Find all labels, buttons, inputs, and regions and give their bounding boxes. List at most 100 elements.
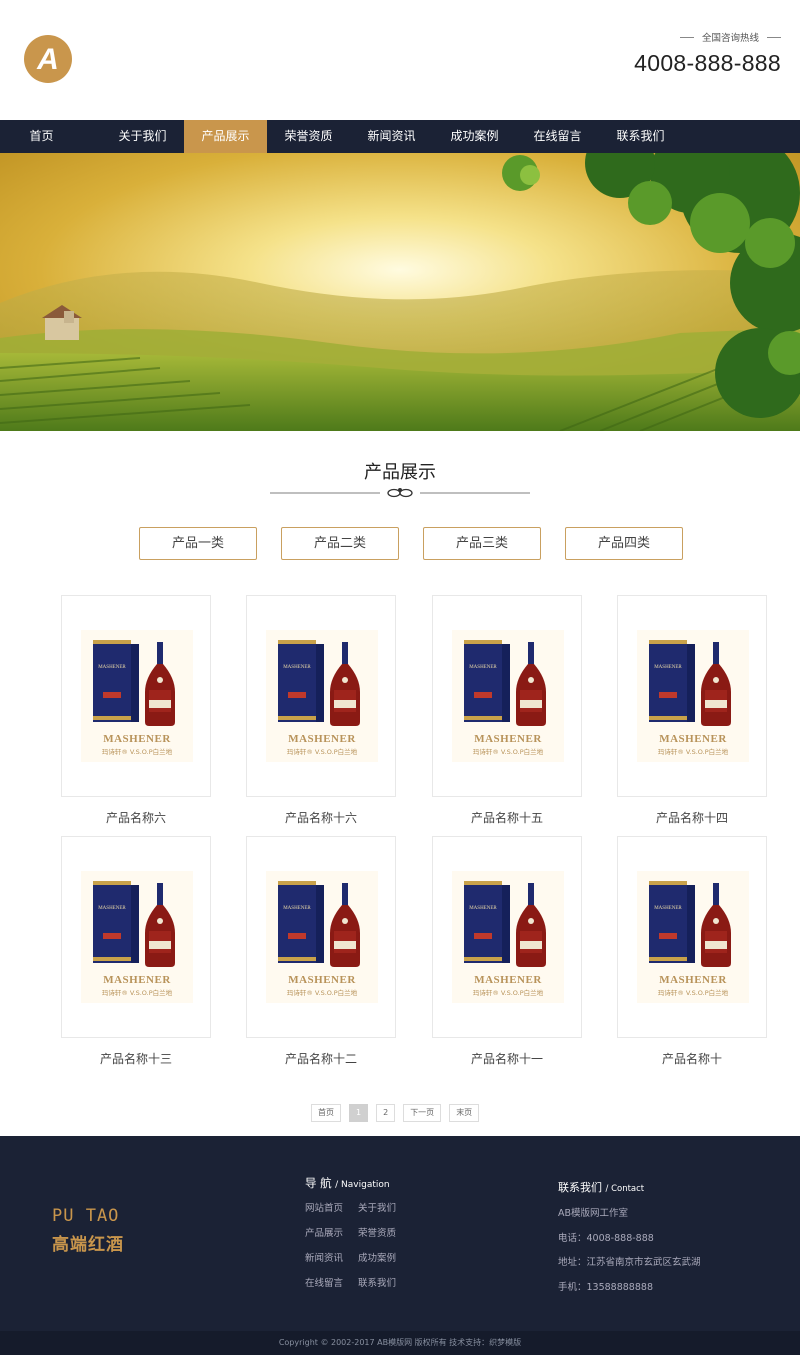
- hotline-number: 4008-888-888: [634, 50, 781, 76]
- product-image[interactable]: MASHENER MASHENER 玛诗轩® V.S.O.P白兰地: [246, 595, 396, 797]
- product-name[interactable]: 产品名称十: [617, 1050, 767, 1067]
- svg-text:MASHENER: MASHENER: [288, 733, 356, 745]
- product-card[interactable]: MASHENER MASHENER 玛诗轩® V.S.O.P白兰地 产品名称十五: [432, 595, 582, 826]
- svg-text:MASHENER: MASHENER: [283, 665, 311, 670]
- svg-text:MASHENER: MASHENER: [103, 974, 171, 986]
- footer-contact-title: 联系我们: [558, 1181, 602, 1194]
- footer-link[interactable]: 关于我们: [358, 1200, 411, 1214]
- product-name[interactable]: 产品名称十四: [617, 809, 767, 826]
- site-header: A 全国咨询热线 4008-888-888: [0, 0, 800, 120]
- product-name[interactable]: 产品名称十二: [246, 1050, 396, 1067]
- hero-banner: [0, 153, 800, 431]
- svg-text:玛诗轩® V.S.O.P白兰地: 玛诗轩® V.S.O.P白兰地: [102, 747, 173, 756]
- product-image[interactable]: MASHENER MASHENER 玛诗轩® V.S.O.P白兰地: [61, 836, 211, 1038]
- nav-item-products[interactable]: 产品展示: [184, 120, 267, 153]
- pagination-page[interactable]: 2: [376, 1104, 396, 1122]
- footer-link[interactable]: 在线留言: [305, 1275, 358, 1289]
- category-button[interactable]: 产品二类: [281, 527, 399, 560]
- cognac-bottle-image: MASHENER MASHENER 玛诗轩® V.S.O.P白兰地: [266, 871, 378, 1003]
- product-image[interactable]: MASHENER MASHENER 玛诗轩® V.S.O.P白兰地: [432, 836, 582, 1038]
- svg-text:MASHENER: MASHENER: [654, 906, 682, 911]
- product-name[interactable]: 产品名称十五: [432, 809, 582, 826]
- copyright: Copyright © 2002-2017 AB模版网 版权所有 技术支持：织梦…: [0, 1331, 800, 1355]
- svg-text:玛诗轩® V.S.O.P白兰地: 玛诗轩® V.S.O.P白兰地: [473, 988, 544, 997]
- svg-text:MASHENER: MASHENER: [659, 733, 727, 745]
- footer-link[interactable]: 产品展示: [305, 1225, 358, 1239]
- category-button[interactable]: 产品三类: [423, 527, 541, 560]
- product-card[interactable]: MASHENER MASHENER 玛诗轩® V.S.O.P白兰地 产品名称十二: [246, 836, 396, 1067]
- footer-link[interactable]: 新闻资讯: [305, 1250, 358, 1264]
- product-image[interactable]: MASHENER MASHENER 玛诗轩® V.S.O.P白兰地: [617, 595, 767, 797]
- footer-nav-links: 网站首页 关于我们 产品展示 荣誉资质 新闻资讯 成功案例 在线留言 联系我们: [305, 1200, 415, 1289]
- product-name[interactable]: 产品名称十一: [432, 1050, 582, 1067]
- svg-text:MASHENER: MASHENER: [283, 906, 311, 911]
- category-button[interactable]: 产品一类: [139, 527, 257, 560]
- footer-link[interactable]: 荣誉资质: [358, 1225, 411, 1239]
- logo-letter: A: [36, 43, 59, 76]
- divider: [767, 36, 781, 38]
- pagination-page-current[interactable]: 1: [349, 1104, 369, 1122]
- cognac-bottle-image: MASHENER MASHENER 玛诗轩® V.S.O.P白兰地: [81, 871, 193, 1003]
- nav-item-honors[interactable]: 荣誉资质: [267, 120, 350, 153]
- site-footer: PU TAO 高端红酒 导 航 / Navigation 网站首页 关于我们 产…: [0, 1136, 800, 1331]
- category-button[interactable]: 产品四类: [565, 527, 683, 560]
- product-card[interactable]: MASHENER MASHENER 玛诗轩® V.S.O.P白兰地 产品名称十六: [246, 595, 396, 826]
- contact-address: 地址：江苏省南京市玄武区玄武湖: [558, 1257, 701, 1268]
- hotline-label: 全国咨询热线: [701, 33, 759, 44]
- ornament-divider-icon: [270, 488, 530, 498]
- footer-nav-title: 导 航: [305, 1176, 332, 1190]
- logo-icon[interactable]: A: [24, 35, 72, 83]
- cognac-bottle-image: MASHENER MASHENER 玛诗轩® V.S.O.P白兰地: [81, 630, 193, 762]
- footer-link[interactable]: 联系我们: [358, 1275, 411, 1289]
- footer-brand-en: PU TAO: [52, 1206, 120, 1226]
- nav-item-home[interactable]: 首页: [0, 120, 101, 153]
- svg-text:MASHENER: MASHENER: [288, 974, 356, 986]
- svg-text:MASHENER: MASHENER: [469, 906, 497, 911]
- product-card[interactable]: MASHENER MASHENER 玛诗轩® V.S.O.P白兰地 产品名称六: [61, 595, 211, 826]
- product-card[interactable]: MASHENER MASHENER 玛诗轩® V.S.O.P白兰地 产品名称十: [617, 836, 767, 1067]
- footer-contact-heading: 联系我们 / Contact: [558, 1179, 644, 1195]
- category-tabs: 产品一类 产品二类 产品三类 产品四类: [139, 527, 683, 560]
- product-image[interactable]: MASHENER MASHENER 玛诗轩® V.S.O.P白兰地: [617, 836, 767, 1038]
- nav-item-message[interactable]: 在线留言: [516, 120, 599, 153]
- svg-text:玛诗轩® V.S.O.P白兰地: 玛诗轩® V.S.O.P白兰地: [658, 988, 729, 997]
- footer-contact-info: AB模版网工作室 电话：4008-888-888 地址：江苏省南京市玄武区玄武湖…: [558, 1205, 701, 1303]
- nav-item-contact[interactable]: 联系我们: [599, 120, 682, 153]
- pagination-first[interactable]: 首页: [311, 1104, 341, 1122]
- product-card[interactable]: MASHENER MASHENER 玛诗轩® V.S.O.P白兰地 产品名称十一: [432, 836, 582, 1067]
- nav-item-news[interactable]: 新闻资讯: [350, 120, 433, 153]
- product-card[interactable]: MASHENER MASHENER 玛诗轩® V.S.O.P白兰地 产品名称十三: [61, 836, 211, 1067]
- contact-mobile: 手机：13588888888: [558, 1281, 653, 1293]
- svg-text:MASHENER: MASHENER: [103, 733, 171, 745]
- hotline: 全国咨询热线 4008-888-888: [634, 30, 781, 77]
- footer-link[interactable]: 网站首页: [305, 1200, 358, 1214]
- svg-text:玛诗轩® V.S.O.P白兰地: 玛诗轩® V.S.O.P白兰地: [473, 747, 544, 756]
- product-image[interactable]: MASHENER MASHENER 玛诗轩® V.S.O.P白兰地: [246, 836, 396, 1038]
- svg-text:玛诗轩® V.S.O.P白兰地: 玛诗轩® V.S.O.P白兰地: [287, 747, 358, 756]
- cognac-bottle-image: MASHENER MASHENER 玛诗轩® V.S.O.P白兰地: [637, 871, 749, 1003]
- cognac-bottle-image: MASHENER MASHENER 玛诗轩® V.S.O.P白兰地: [452, 630, 564, 762]
- section-title: 产品展示: [364, 462, 436, 483]
- pagination-last[interactable]: 末页: [449, 1104, 480, 1122]
- svg-text:MASHENER: MASHENER: [98, 665, 126, 670]
- svg-text:MASHENER: MASHENER: [98, 906, 126, 911]
- footer-link[interactable]: 成功案例: [358, 1250, 411, 1264]
- nav-item-about[interactable]: 关于我们: [101, 120, 184, 153]
- svg-text:玛诗轩® V.S.O.P白兰地: 玛诗轩® V.S.O.P白兰地: [287, 988, 358, 997]
- product-name[interactable]: 产品名称十六: [246, 809, 396, 826]
- product-image[interactable]: MASHENER MASHENER 玛诗轩® V.S.O.P白兰地: [61, 595, 211, 797]
- product-image[interactable]: MASHENER MASHENER 玛诗轩® V.S.O.P白兰地: [432, 595, 582, 797]
- main-nav: 首页 关于我们 产品展示 荣誉资质 新闻资讯 成功案例 在线留言 联系我们: [0, 120, 800, 153]
- footer-nav-heading: 导 航 / Navigation: [305, 1175, 390, 1191]
- pagination-next[interactable]: 下一页: [403, 1104, 442, 1122]
- svg-text:MASHENER: MASHENER: [469, 665, 497, 670]
- product-card[interactable]: MASHENER MASHENER 玛诗轩® V.S.O.P白兰地 产品名称十四: [617, 595, 767, 826]
- footer-nav-title-en: / Navigation: [335, 1180, 390, 1190]
- product-name[interactable]: 产品名称六: [61, 809, 211, 826]
- divider: [679, 36, 694, 38]
- product-name[interactable]: 产品名称十三: [61, 1050, 211, 1067]
- contact-phone: 电话：4008-888-888: [558, 1232, 654, 1244]
- svg-text:玛诗轩® V.S.O.P白兰地: 玛诗轩® V.S.O.P白兰地: [658, 747, 729, 756]
- nav-item-cases[interactable]: 成功案例: [433, 120, 516, 153]
- pagination: 首页 1 2 下一页 末页: [311, 1104, 480, 1122]
